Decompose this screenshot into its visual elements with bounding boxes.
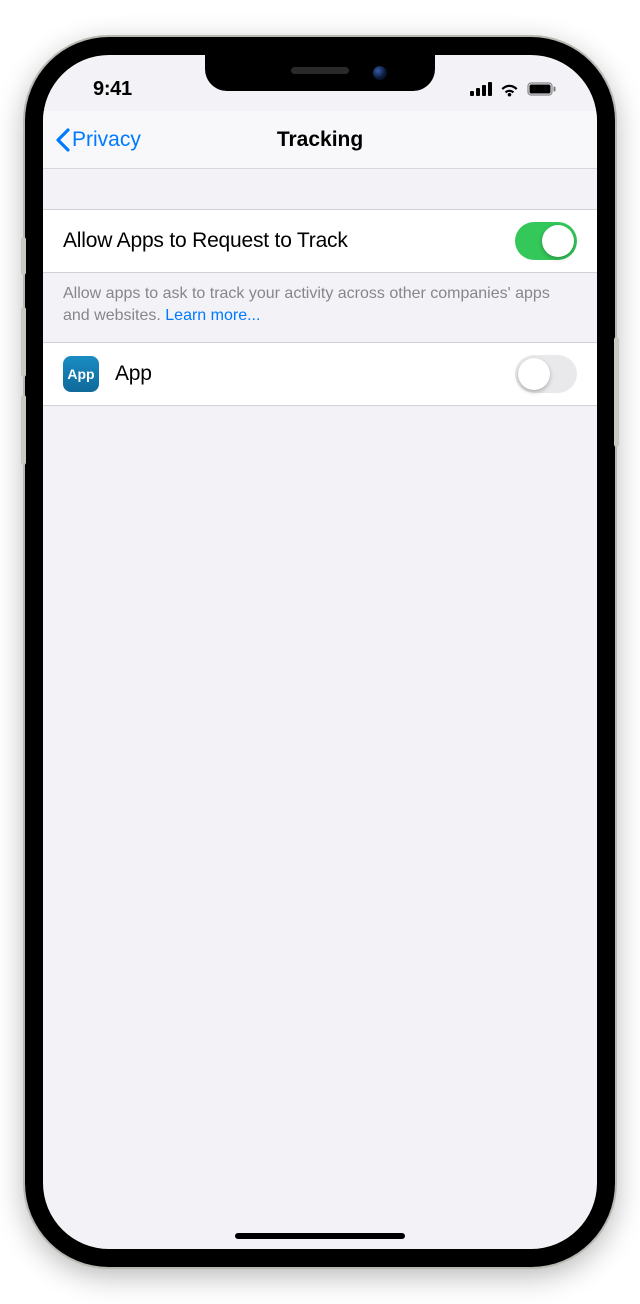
allow-tracking-toggle[interactable] xyxy=(515,222,577,260)
allow-tracking-cell: Allow Apps to Request to Track xyxy=(43,209,597,273)
back-label: Privacy xyxy=(72,128,141,152)
silent-switch xyxy=(21,237,26,275)
screen: 9:41 Privacy Tracking Allow Apps to Requ… xyxy=(43,55,597,1249)
section-spacer xyxy=(43,169,597,209)
cellular-signal-icon xyxy=(470,82,492,96)
power-button xyxy=(614,337,619,447)
speaker-grille xyxy=(291,67,349,74)
tracking-description: Allow apps to ask to track your activity… xyxy=(43,273,597,342)
navigation-bar: Privacy Tracking xyxy=(43,111,597,169)
chevron-left-icon xyxy=(55,128,70,152)
home-indicator[interactable] xyxy=(235,1233,405,1239)
app-name-label: App xyxy=(115,362,152,386)
volume-up-button xyxy=(21,307,26,377)
app-icon: App xyxy=(63,356,99,392)
wifi-icon xyxy=(499,82,520,97)
app-tracking-cell: App App xyxy=(43,342,597,406)
status-time: 9:41 xyxy=(93,78,132,101)
notch xyxy=(205,55,435,91)
phone-frame: 9:41 Privacy Tracking Allow Apps to Requ… xyxy=(25,37,615,1267)
battery-icon xyxy=(527,82,557,96)
back-button[interactable]: Privacy xyxy=(43,128,141,152)
volume-down-button xyxy=(21,395,26,465)
front-camera xyxy=(373,66,387,80)
description-text: Allow apps to ask to track your activity… xyxy=(63,285,550,324)
app-tracking-toggle[interactable] xyxy=(515,355,577,393)
allow-tracking-label: Allow Apps to Request to Track xyxy=(63,229,348,253)
learn-more-link[interactable]: Learn more... xyxy=(165,307,260,324)
status-indicators xyxy=(470,82,557,97)
